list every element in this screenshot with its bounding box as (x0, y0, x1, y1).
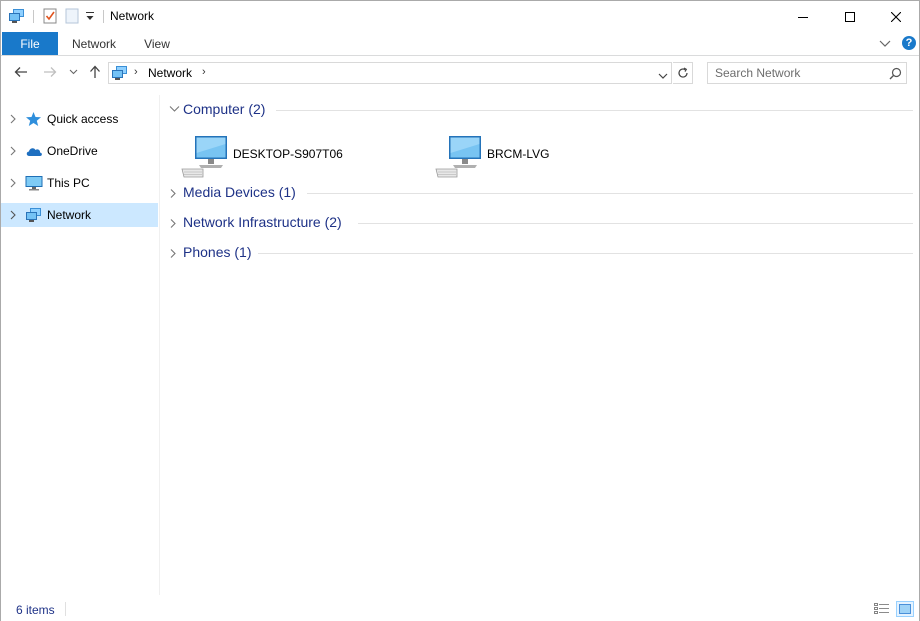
up-button[interactable] (86, 63, 104, 81)
search-box[interactable] (707, 62, 907, 84)
minimize-button[interactable] (780, 1, 826, 32)
forward-arrow-icon (44, 67, 57, 77)
chevron-down-icon (69, 69, 77, 75)
address-bar[interactable]: › Network › (108, 62, 672, 84)
network-computer-tile[interactable]: BRCM-LVG (435, 131, 665, 179)
breadcrumb-network[interactable]: Network (148, 66, 192, 80)
explorer-window: Network File Network View ? › Network › … (0, 0, 920, 621)
help-icon[interactable]: ? (902, 36, 916, 50)
forward-button[interactable] (41, 63, 59, 81)
group-header-computer[interactable]: Computer (2) (161, 99, 913, 121)
search-input[interactable] (708, 63, 878, 83)
up-arrow-icon (90, 65, 100, 78)
tab-file[interactable]: File (2, 32, 58, 55)
chevron-right-icon[interactable] (9, 209, 17, 221)
group-divider (358, 223, 913, 224)
address-dropdown-chevron-icon[interactable] (658, 69, 668, 83)
title-bar: Network (1, 1, 919, 32)
chevron-down-icon[interactable] (169, 105, 180, 113)
group-network-infrastructure[interactable]: Network Infrastructure (2) (161, 212, 913, 234)
item-count: 6 items (16, 603, 55, 617)
group-divider (276, 110, 913, 111)
group-divider (307, 193, 913, 194)
expand-ribbon-chevron-icon[interactable] (879, 37, 891, 51)
network-app-icon[interactable] (8, 8, 26, 24)
quick-access-separator (33, 10, 34, 23)
sidebar-item-onedrive[interactable]: OneDrive (1, 139, 158, 163)
computer-icon (25, 176, 43, 191)
chevron-right-icon[interactable] (169, 248, 177, 259)
sidebar-item-label: Quick access (47, 112, 119, 126)
close-icon (891, 11, 901, 22)
navigation-bar: › Network › (1, 57, 919, 89)
ribbon-tabs: File Network View ? (1, 32, 919, 56)
breadcrumb-separator-icon[interactable]: › (202, 66, 206, 78)
group-phones[interactable]: Phones (1) (161, 242, 913, 264)
cloud-icon (26, 148, 42, 156)
back-arrow-icon (14, 67, 27, 77)
minimize-icon (798, 16, 808, 18)
tab-view[interactable]: View (131, 32, 183, 55)
group-media-devices[interactable]: Media Devices (1) (161, 182, 913, 204)
desktop-computer-icon (435, 136, 481, 178)
large-icons-view-button[interactable] (896, 601, 914, 617)
chevron-right-icon[interactable] (169, 218, 177, 229)
title-separator (103, 10, 104, 23)
refresh-icon (677, 67, 688, 78)
sidebar-item-network[interactable]: Network (1, 203, 158, 227)
status-bar: 6 items (1, 597, 919, 621)
sidebar-item-this-pc[interactable]: This PC (1, 171, 158, 195)
status-separator (65, 602, 66, 616)
group-divider (258, 253, 913, 254)
back-button[interactable] (12, 63, 30, 81)
group-computer: Computer (2) DESKTOP-S907T06 BRCM-LVG (161, 99, 913, 189)
chevron-right-icon[interactable] (9, 113, 17, 125)
search-icon[interactable] (889, 67, 902, 83)
chevron-right-icon[interactable] (9, 177, 17, 189)
sidebar-item-quick-access[interactable]: Quick access (1, 107, 158, 131)
new-folder-icon[interactable] (65, 8, 79, 24)
maximize-icon (845, 11, 855, 22)
properties-icon[interactable] (42, 8, 58, 24)
content-pane: Computer (2) DESKTOP-S907T06 BRCM-LVG Me… (161, 95, 919, 595)
desktop-computer-icon (181, 136, 227, 178)
sidebar-item-label: Network (47, 208, 92, 222)
recent-locations-button[interactable] (67, 63, 79, 81)
chevron-right-icon[interactable] (9, 145, 17, 157)
sidebar-item-label: This PC (47, 176, 90, 190)
customize-toolbar-icon[interactable] (85, 10, 95, 22)
network-icon (26, 208, 41, 222)
navigation-pane: Quick access OneDrive This PC Network (1, 95, 160, 595)
details-view-button[interactable] (873, 601, 891, 617)
breadcrumb-separator-icon[interactable]: › (134, 66, 138, 78)
network-computer-tile[interactable]: DESKTOP-S907T06 (181, 131, 411, 179)
group-title: Media Devices (1) (183, 184, 296, 200)
network-icon (111, 65, 129, 84)
group-title: Phones (1) (183, 244, 252, 260)
group-title: Network Infrastructure (2) (183, 214, 342, 230)
computer-name: DESKTOP-S907T06 (233, 147, 343, 161)
computer-name: BRCM-LVG (487, 147, 550, 161)
tab-network[interactable]: Network (61, 32, 127, 55)
large-icons-view-icon (899, 604, 911, 614)
refresh-button[interactable] (673, 62, 693, 84)
window-title: Network (110, 9, 155, 23)
group-title: Computer (2) (183, 101, 266, 117)
maximize-button[interactable] (827, 1, 873, 32)
chevron-right-icon[interactable] (169, 188, 177, 199)
details-view-icon (874, 603, 889, 614)
close-button[interactable] (873, 1, 919, 32)
sidebar-item-label: OneDrive (47, 144, 98, 158)
star-icon (26, 112, 41, 126)
